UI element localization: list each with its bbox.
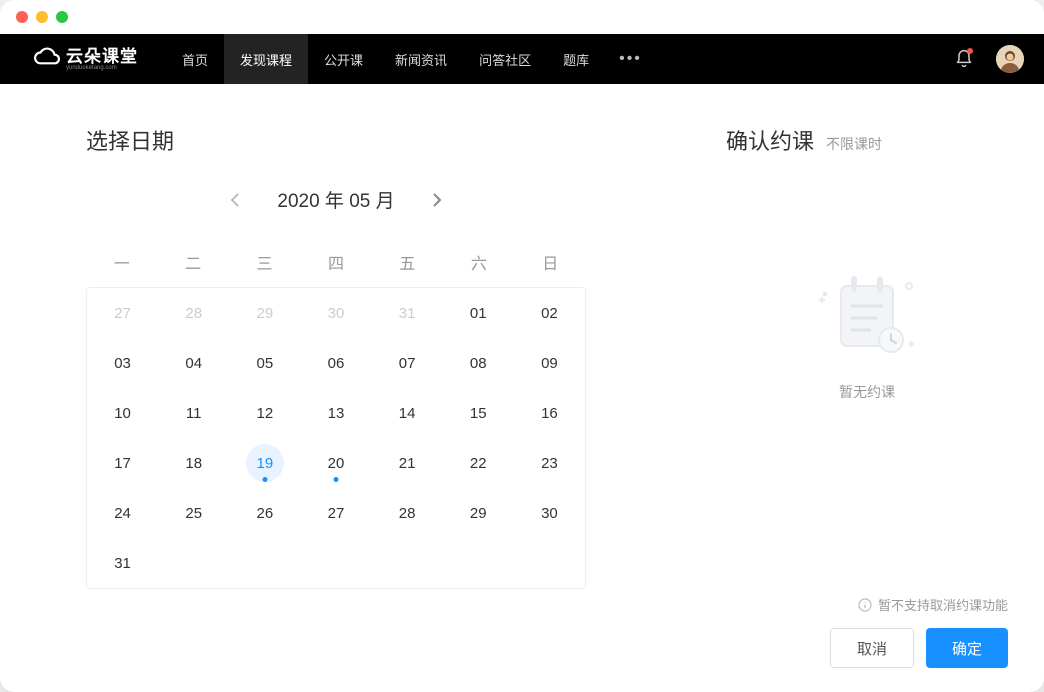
calendar-weekday: 日 <box>515 237 586 287</box>
calendar-day[interactable]: 31 <box>87 538 158 588</box>
confirm-booking-title: 确认约课 <box>726 124 814 156</box>
cancel-button[interactable]: 取消 <box>830 628 914 668</box>
right-header: 确认约课 不限课时 <box>726 124 1008 156</box>
titlebar <box>0 0 1044 34</box>
minimize-window-icon[interactable] <box>36 11 48 23</box>
calendar-day: 30 <box>300 288 371 338</box>
calendar-day[interactable]: 25 <box>158 488 229 538</box>
logo[interactable]: 云朵课堂 yunduoketang.com <box>34 46 138 72</box>
notice-text: 暂不支持取消约课功能 <box>878 595 1008 614</box>
calendar-day: 29 <box>229 288 300 338</box>
logo-text: 云朵课堂 <box>66 48 138 65</box>
empty-state: 暂无约课 <box>726 176 1008 595</box>
calendar-weekday: 二 <box>157 237 228 287</box>
navbar: 云朵课堂 yunduoketang.com 首页发现课程公开课新闻资讯问答社区题… <box>0 34 1044 84</box>
calendar-header: 2020 年 05 月 <box>86 186 586 213</box>
chevron-left-icon <box>230 192 240 208</box>
content: 选择日期 2020 年 05 月 一二三四五六日 272829303101020… <box>0 84 1044 692</box>
calendar-day[interactable]: 30 <box>514 488 585 538</box>
calendar-day[interactable]: 29 <box>443 488 514 538</box>
calendar-day[interactable]: 17 <box>87 438 158 488</box>
nav-more-icon[interactable]: ••• <box>605 50 656 68</box>
nav-item[interactable]: 问答社区 <box>463 34 547 84</box>
calendar-day[interactable]: 15 <box>443 388 514 438</box>
nav-item[interactable]: 首页 <box>166 34 224 84</box>
calendar-day[interactable]: 01 <box>443 288 514 338</box>
calendar-weekday: 六 <box>443 237 514 287</box>
calendar-day[interactable]: 10 <box>87 388 158 438</box>
right-panel: 确认约课 不限课时 <box>690 84 1044 692</box>
nav-right <box>954 45 1024 73</box>
info-icon <box>858 598 872 612</box>
calendar-day[interactable]: 02 <box>514 288 585 338</box>
calendar-day[interactable]: 21 <box>372 438 443 488</box>
calendar-next-button[interactable] <box>425 188 449 212</box>
calendar-day[interactable]: 26 <box>229 488 300 538</box>
calendar-body: 2728293031010203040506070809101112131415… <box>86 287 586 589</box>
calendar-day[interactable]: 13 <box>300 388 371 438</box>
nav-item[interactable]: 公开课 <box>308 34 379 84</box>
calendar-day[interactable]: 19 <box>229 438 300 488</box>
cloud-logo-icon <box>34 46 60 72</box>
calendar-day[interactable]: 05 <box>229 338 300 388</box>
chevron-right-icon <box>432 192 442 208</box>
calendar-month-title: 2020 年 05 月 <box>277 186 394 213</box>
calendar-day[interactable]: 22 <box>443 438 514 488</box>
calendar-day: 31 <box>372 288 443 338</box>
calendar-day[interactable]: 28 <box>372 488 443 538</box>
calendar-weekday: 三 <box>229 237 300 287</box>
left-panel: 选择日期 2020 年 05 月 一二三四五六日 272829303101020… <box>0 84 690 692</box>
nav-item[interactable]: 题库 <box>547 34 605 84</box>
maximize-window-icon[interactable] <box>56 11 68 23</box>
avatar-image <box>996 45 1024 73</box>
calendar-weekday: 五 <box>372 237 443 287</box>
calendar-weekdays: 一二三四五六日 <box>86 237 586 287</box>
event-dot-icon <box>333 477 338 482</box>
calendar-day[interactable]: 24 <box>87 488 158 538</box>
calendar-day: 27 <box>87 288 158 338</box>
calendar-day[interactable]: 18 <box>158 438 229 488</box>
nav-item[interactable]: 发现课程 <box>224 34 308 84</box>
calendar-day[interactable]: 12 <box>229 388 300 438</box>
calendar-prev-button[interactable] <box>223 188 247 212</box>
cancel-unsupported-notice: 暂不支持取消约课功能 <box>726 595 1008 614</box>
right-footer: 暂不支持取消约课功能 取消 确定 <box>726 595 1008 668</box>
nav-item[interactable]: 新闻资讯 <box>379 34 463 84</box>
calendar-day[interactable]: 03 <box>87 338 158 388</box>
calendar-day: 28 <box>158 288 229 338</box>
booking-subtitle: 不限课时 <box>826 134 882 154</box>
calendar-day[interactable]: 27 <box>300 488 371 538</box>
calendar-day[interactable]: 07 <box>372 338 443 388</box>
calendar-day[interactable]: 11 <box>158 388 229 438</box>
calendar-day[interactable]: 14 <box>372 388 443 438</box>
select-date-title: 选择日期 <box>86 124 690 156</box>
event-dot-icon <box>262 477 267 482</box>
close-window-icon[interactable] <box>16 11 28 23</box>
calendar-day[interactable]: 23 <box>514 438 585 488</box>
action-buttons: 取消 确定 <box>726 628 1008 668</box>
avatar[interactable] <box>996 45 1024 73</box>
calendar-day[interactable]: 06 <box>300 338 371 388</box>
nav-items: 首页发现课程公开课新闻资讯问答社区题库 <box>166 34 605 84</box>
empty-booking-text: 暂无约课 <box>839 382 895 402</box>
calendar-day[interactable]: 04 <box>158 338 229 388</box>
notification-dot-icon <box>967 48 973 54</box>
calendar-day[interactable]: 20 <box>300 438 371 488</box>
calendar-weekday: 四 <box>300 237 371 287</box>
notifications-button[interactable] <box>954 49 974 69</box>
calendar-day[interactable]: 08 <box>443 338 514 388</box>
calendar: 2020 年 05 月 一二三四五六日 27282930310102030405… <box>86 186 586 589</box>
calendar-day[interactable]: 16 <box>514 388 585 438</box>
calendar-day[interactable]: 09 <box>514 338 585 388</box>
confirm-button[interactable]: 确定 <box>926 628 1008 668</box>
empty-booking-illustration <box>807 266 927 366</box>
app-window: 云朵课堂 yunduoketang.com 首页发现课程公开课新闻资讯问答社区题… <box>0 0 1044 692</box>
calendar-weekday: 一 <box>86 237 157 287</box>
